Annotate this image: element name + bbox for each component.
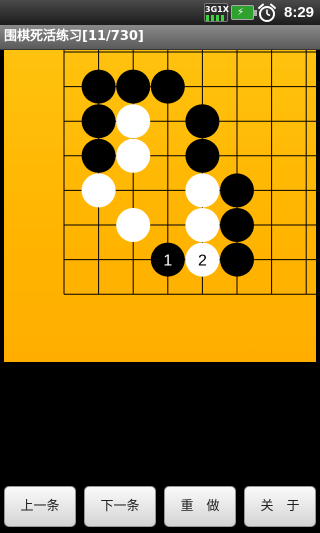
- white-stone: [116, 208, 151, 242]
- about-button[interactable]: 关 于: [244, 486, 316, 527]
- go-board-grid[interactable]: 12: [4, 50, 316, 362]
- black-stone: [220, 173, 254, 208]
- go-board[interactable]: 12: [4, 50, 316, 362]
- network-3g-icon: 3G1X: [204, 3, 229, 22]
- move-number-label: 2: [198, 253, 207, 270]
- black-stone: [81, 69, 116, 104]
- black-stone: [220, 208, 254, 242]
- white-stone: [185, 173, 220, 208]
- black-stone: [81, 104, 116, 139]
- charging-bolt-icon: ⚡: [237, 7, 245, 18]
- redo-button[interactable]: 重 做: [164, 486, 236, 527]
- clock: 8:29: [284, 4, 315, 21]
- network-label: 3G1X: [205, 5, 229, 14]
- black-stone: [81, 138, 116, 173]
- black-stone: [150, 69, 185, 104]
- signal-bars: [206, 15, 226, 21]
- black-stone: [185, 104, 220, 139]
- status-bar: 3G1X ⚡ 8:29: [0, 0, 320, 25]
- next-problem-button[interactable]: 下一条: [84, 486, 156, 527]
- move-number-label: 1: [163, 253, 172, 270]
- white-stone: [116, 104, 151, 139]
- battery-charging-icon: ⚡: [231, 5, 257, 20]
- black-stone: [185, 138, 220, 173]
- white-stone: [81, 173, 116, 208]
- title-bar: 围棋死活练习[11/730]: [0, 25, 320, 50]
- app-title: 围棋死活练习[11/730]: [4, 29, 144, 44]
- white-stone: [116, 138, 151, 173]
- black-stone: [116, 69, 151, 104]
- button-bar: 上一条 下一条 重 做 关 于: [0, 480, 320, 533]
- white-stone: [185, 208, 220, 242]
- alarm-clock-icon: [258, 3, 276, 22]
- previous-problem-button[interactable]: 上一条: [4, 486, 76, 527]
- black-stone: [220, 242, 254, 277]
